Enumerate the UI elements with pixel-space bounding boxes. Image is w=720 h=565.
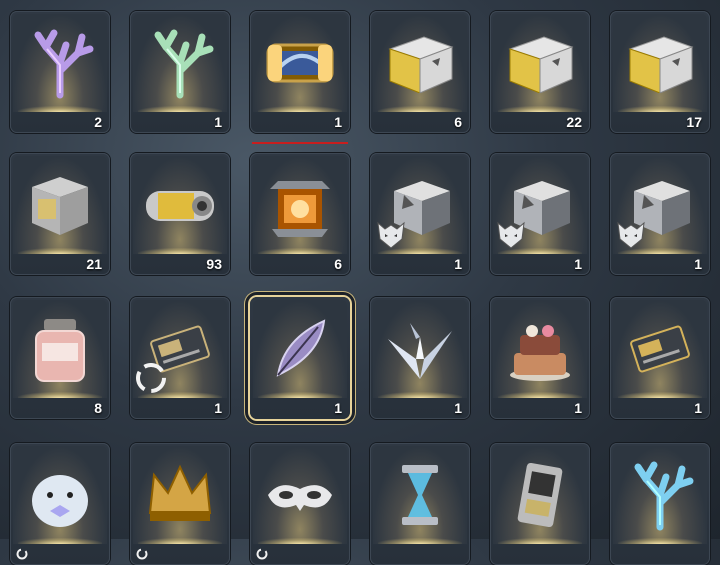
coral-icon [613,446,707,544]
item-quantity: 8 [94,400,102,416]
lantern-icon [253,156,347,254]
gold-box-icon [493,14,587,112]
recycle-badge-icon [134,361,168,395]
rarity-glow [618,392,702,398]
item-quantity: 6 [454,114,462,130]
rarity-glow [498,106,582,112]
inventory-slot-gold-crate-b[interactable]: 22 [490,11,590,133]
item-quantity: 17 [686,114,702,130]
item-quantity: 1 [574,256,582,272]
crown-icon [133,446,227,544]
rarity-glow [18,248,102,254]
capsule-box-icon [253,14,347,112]
hourglass-icon [373,446,467,544]
inventory-slot-frost-coral[interactable] [610,443,710,565]
item-quantity: 1 [574,400,582,416]
feather-icon [253,300,347,398]
card-icon [613,300,707,398]
inventory-slot-celebration-cake[interactable]: 1 [490,297,590,419]
rarity-glow [138,248,222,254]
wolf-badge-icon [614,217,648,251]
rarity-glow [138,106,222,112]
inventory-slot-wolf-crate-a[interactable]: 1 [370,153,470,275]
item-quantity: 22 [566,114,582,130]
inventory-slot-lantern[interactable]: 6 [250,153,350,275]
rarity-glow [258,248,342,254]
item-quantity: 6 [334,256,342,272]
canister-icon [133,156,227,254]
inventory-slot-cube-cache[interactable]: 21 [10,153,110,275]
inventory-slot-seal-plush[interactable] [10,443,110,565]
item-quantity: 93 [206,256,222,272]
inventory-slot-hourglass[interactable] [370,443,470,565]
inventory-slot-crystal-feather[interactable]: 1 [250,297,350,419]
device-icon [493,446,587,544]
rarity-glow [378,392,462,398]
inventory-slot-iridescent-coral[interactable]: 1 [130,11,230,133]
wolf-badge-icon [374,217,408,251]
new-item-indicator [252,142,348,144]
cube-box-icon [13,156,107,254]
inventory-slot-prismatic-coral[interactable]: 2 [10,11,110,133]
jar-icon [13,300,107,398]
item-quantity: 1 [694,256,702,272]
wolf-badge-icon [494,217,528,251]
gold-box-icon [373,14,467,112]
inventory-slot-wolf-crate-c[interactable]: 1 [610,153,710,275]
rarity-glow [18,106,102,112]
rarity-glow [258,392,342,398]
item-quantity: 1 [214,114,222,130]
inventory-slot-golden-crown[interactable] [130,443,230,565]
crane-icon [373,300,467,398]
inventory-slot-gold-crate-c[interactable]: 17 [610,11,710,133]
inventory-slot-masquerade-mask[interactable] [250,443,350,565]
inventory-slot-supply-crate[interactable]: 1 [250,11,350,133]
rarity-glow [258,106,342,112]
item-quantity: 1 [694,400,702,416]
cycle-icon [16,547,28,560]
cake-icon [493,300,587,398]
item-quantity: 2 [94,114,102,130]
item-quantity: 1 [214,400,222,416]
item-quantity: 1 [334,114,342,130]
seal-icon [13,446,107,544]
inventory-slot-paper-crane[interactable]: 1 [370,297,470,419]
cycle-icon [136,547,148,560]
inventory-slot-fuel-canister[interactable]: 93 [130,153,230,275]
inventory-slot-gilded-card[interactable]: 1 [610,297,710,419]
item-quantity: 1 [454,400,462,416]
item-quantity: 1 [454,256,462,272]
mask-icon [253,446,347,544]
cycle-icon [256,547,268,560]
gold-box-icon [613,14,707,112]
inventory-slot-powder-jar[interactable]: 8 [10,297,110,419]
inventory-slot-data-device[interactable] [490,443,590,565]
inventory-slot-wolf-crate-b[interactable]: 1 [490,153,590,275]
item-quantity: 21 [86,256,102,272]
inventory-slot-voucher-card[interactable]: 1 [130,297,230,419]
rarity-glow [618,106,702,112]
coral-icon [13,14,107,112]
item-quantity: 1 [334,400,342,416]
inventory-grid: 2 1 1 6 22 17 21 93 6 1 1 1 8 1 1 1 1 1 [0,0,720,565]
rarity-glow [498,392,582,398]
rarity-glow [18,392,102,398]
rarity-glow [378,106,462,112]
inventory-slot-gold-crate-a[interactable]: 6 [370,11,470,133]
coral-icon [133,14,227,112]
